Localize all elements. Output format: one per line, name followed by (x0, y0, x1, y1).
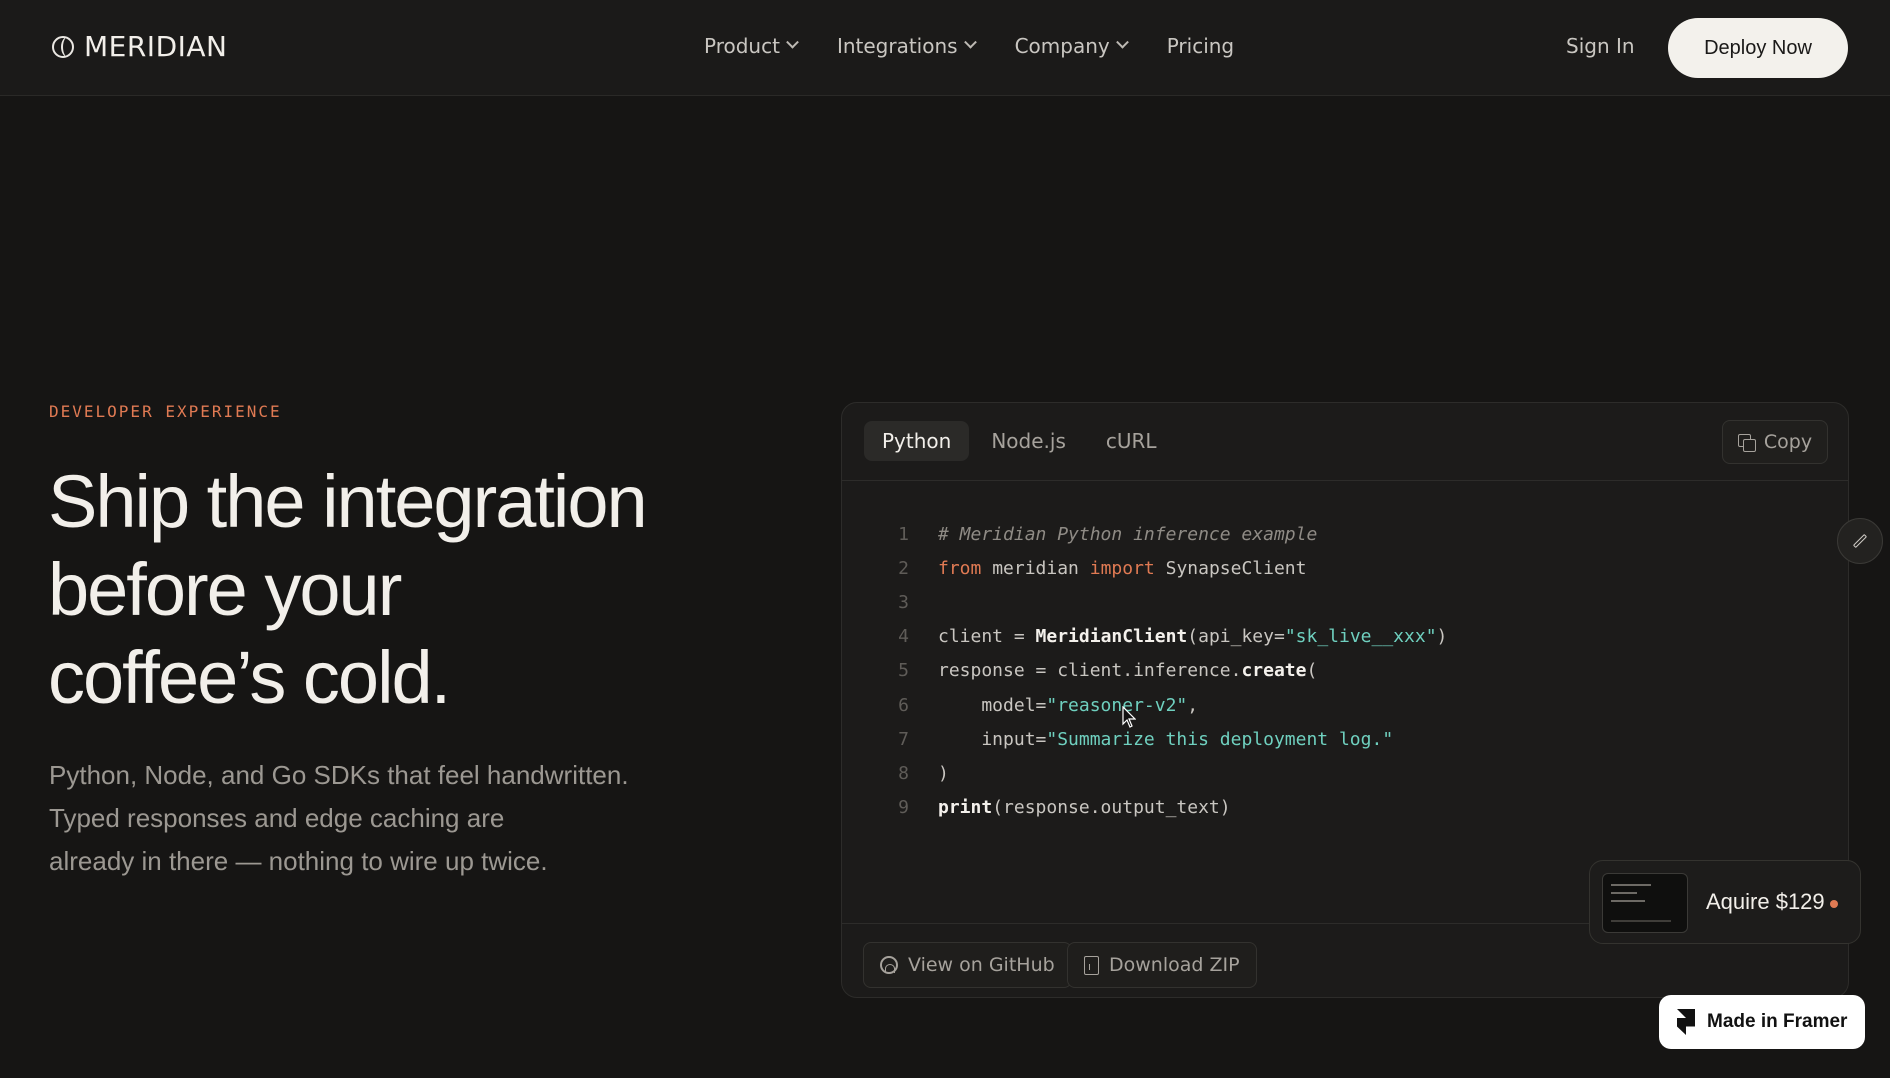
line-number: 3 (898, 591, 909, 613)
nav-link-label: Pricing (1166, 34, 1235, 58)
code-token: input= (938, 728, 1047, 750)
status-dot (1830, 900, 1838, 908)
code-line: 5 response = client.inference.create( (842, 654, 1848, 688)
code-token: (api_key= (1187, 626, 1285, 648)
code-line: 3 (842, 585, 1848, 619)
copy-label: Copy (1763, 431, 1813, 453)
code-line: 2 from meridian import SynapseClient (842, 551, 1848, 585)
chevron-down-icon (963, 35, 977, 49)
acquire-card[interactable]: Aquire $129 (1589, 860, 1861, 944)
chevron-down-icon (786, 35, 799, 49)
framer-label: Made in Framer (1707, 1011, 1848, 1032)
section-eyebrow: DEVELOPER EXPERIENCE (49, 402, 282, 421)
headline-line: before your (48, 548, 402, 631)
hero-subcopy: Python, Node, and Go SDKs that feel hand… (49, 754, 689, 883)
framer-icon (1677, 1009, 1695, 1035)
code-line: 7 input="Summarize this deployment log." (842, 722, 1848, 756)
code-line: 4 client = MeridianClient(api_key="sk_liv… (842, 620, 1848, 654)
code-token: SynapseClient (1154, 557, 1307, 579)
code-block[interactable]: 1 # Meridian Python inference example 2 fro… (842, 517, 1848, 825)
nav-link-integrations[interactable]: Integrations (836, 34, 977, 58)
line-number: 2 (898, 557, 909, 579)
code-line: 6 model="reasoner-v2", (842, 688, 1848, 722)
code-text: response = client.inference.create( (909, 660, 1317, 681)
code-token: # Meridian Python inference example (938, 523, 1318, 545)
code-line: 9 print(response.output_text) (842, 791, 1848, 825)
code-token: MeridianClient (1035, 626, 1188, 648)
view-on-github-button[interactable]: View on GitHub (863, 942, 1072, 988)
download-zip-button[interactable]: Download ZIP (1067, 942, 1257, 988)
code-text: client = MeridianClient(api_key="sk_live… (909, 626, 1447, 647)
code-token: print (938, 797, 993, 819)
subcopy-line: Typed responses and edge caching are (49, 803, 505, 833)
nav-link-label: Integrations (836, 34, 958, 58)
code-token: create (1241, 660, 1307, 682)
line-number: 7 (898, 728, 909, 750)
code-token: ) (938, 762, 949, 784)
code-token: "sk_live__xxx" (1284, 626, 1437, 648)
code-text: input="Summarize this deployment log." (909, 729, 1393, 750)
code-text: ) (909, 763, 949, 784)
code-panel-header: Python Node.js cURL Copy (842, 403, 1848, 481)
nav-link-product[interactable]: Product (704, 34, 799, 58)
brand-name: MERIDIAN (84, 30, 228, 63)
headline-line: Ship the integration (48, 460, 648, 543)
code-token: ( (1306, 660, 1318, 682)
line-number: 6 (898, 694, 909, 716)
deploy-now-button[interactable]: Deploy Now (1668, 18, 1848, 78)
nav-link-label: Company (1014, 34, 1110, 58)
line-number: 8 (898, 762, 909, 784)
code-text: model="reasoner-v2", (909, 695, 1198, 716)
code-token: from (938, 557, 982, 579)
download-label: Download ZIP (1109, 954, 1240, 976)
code-token: (response.output_text) (992, 797, 1231, 819)
code-token: "Summarize this deployment log." (1046, 728, 1394, 750)
edit-button[interactable] (1837, 518, 1883, 564)
line-number: 1 (898, 523, 909, 545)
code-token: meridian (981, 557, 1090, 579)
code-token: response = client.inference. (938, 660, 1242, 682)
sign-in-link[interactable]: Sign In (1566, 34, 1635, 58)
chevron-down-icon (1115, 35, 1129, 49)
hero-headline: Ship the integration before your coffee’… (48, 458, 748, 722)
code-token: ) (1436, 626, 1448, 648)
github-icon (880, 956, 898, 974)
tab-python[interactable]: Python (864, 421, 970, 461)
code-token: import (1089, 557, 1155, 579)
code-line: 8) (842, 756, 1848, 790)
nav-link-label: Product (704, 34, 780, 58)
headline-line: coffee’s cold. (48, 636, 451, 719)
line-number: 5 (898, 660, 909, 682)
code-text: print(response.output_text) (909, 797, 1231, 818)
mouse-cursor-icon (1122, 706, 1136, 728)
nav-link-pricing[interactable]: Pricing (1167, 34, 1234, 58)
github-label: View on GitHub (908, 954, 1055, 976)
tab-curl[interactable]: cURL (1088, 421, 1175, 461)
code-text: # Meridian Python inference example (909, 524, 1317, 545)
subcopy-line: already in there — nothing to wire up tw… (49, 846, 548, 876)
line-number: 9 (898, 797, 909, 819)
line-number: 4 (898, 626, 909, 648)
tab-nodejs[interactable]: Node.js (973, 421, 1084, 461)
code-token: , (1187, 694, 1199, 716)
language-tabs: Python Node.js cURL (864, 421, 1175, 461)
pencil-icon (1852, 533, 1868, 549)
code-token: client = (938, 626, 1036, 648)
made-in-framer-badge[interactable]: Made in Framer (1659, 995, 1865, 1049)
acquire-label: Aquire $129 (1706, 889, 1825, 914)
nav-links: Product Integrations Company Pricing (704, 34, 1234, 58)
copy-icon (1737, 434, 1756, 452)
code-text: from meridian import SynapseClient (909, 558, 1306, 579)
file-icon (1084, 955, 1099, 975)
copy-button[interactable]: Copy (1722, 420, 1828, 464)
brand-logo[interactable]: MERIDIAN (52, 30, 227, 63)
subcopy-line: Python, Node, and Go SDKs that feel hand… (49, 760, 629, 790)
code-token: "reasoner-v2" (1046, 694, 1188, 716)
nav-link-company[interactable]: Company (1014, 34, 1129, 58)
code-line: 1 # Meridian Python inference example (842, 517, 1848, 551)
code-token: model= (938, 694, 1047, 716)
template-thumbnail (1602, 873, 1688, 933)
top-nav: MERIDIAN Product Integrations Company Pr… (0, 0, 1890, 96)
meridian-logo-icon (52, 35, 74, 58)
